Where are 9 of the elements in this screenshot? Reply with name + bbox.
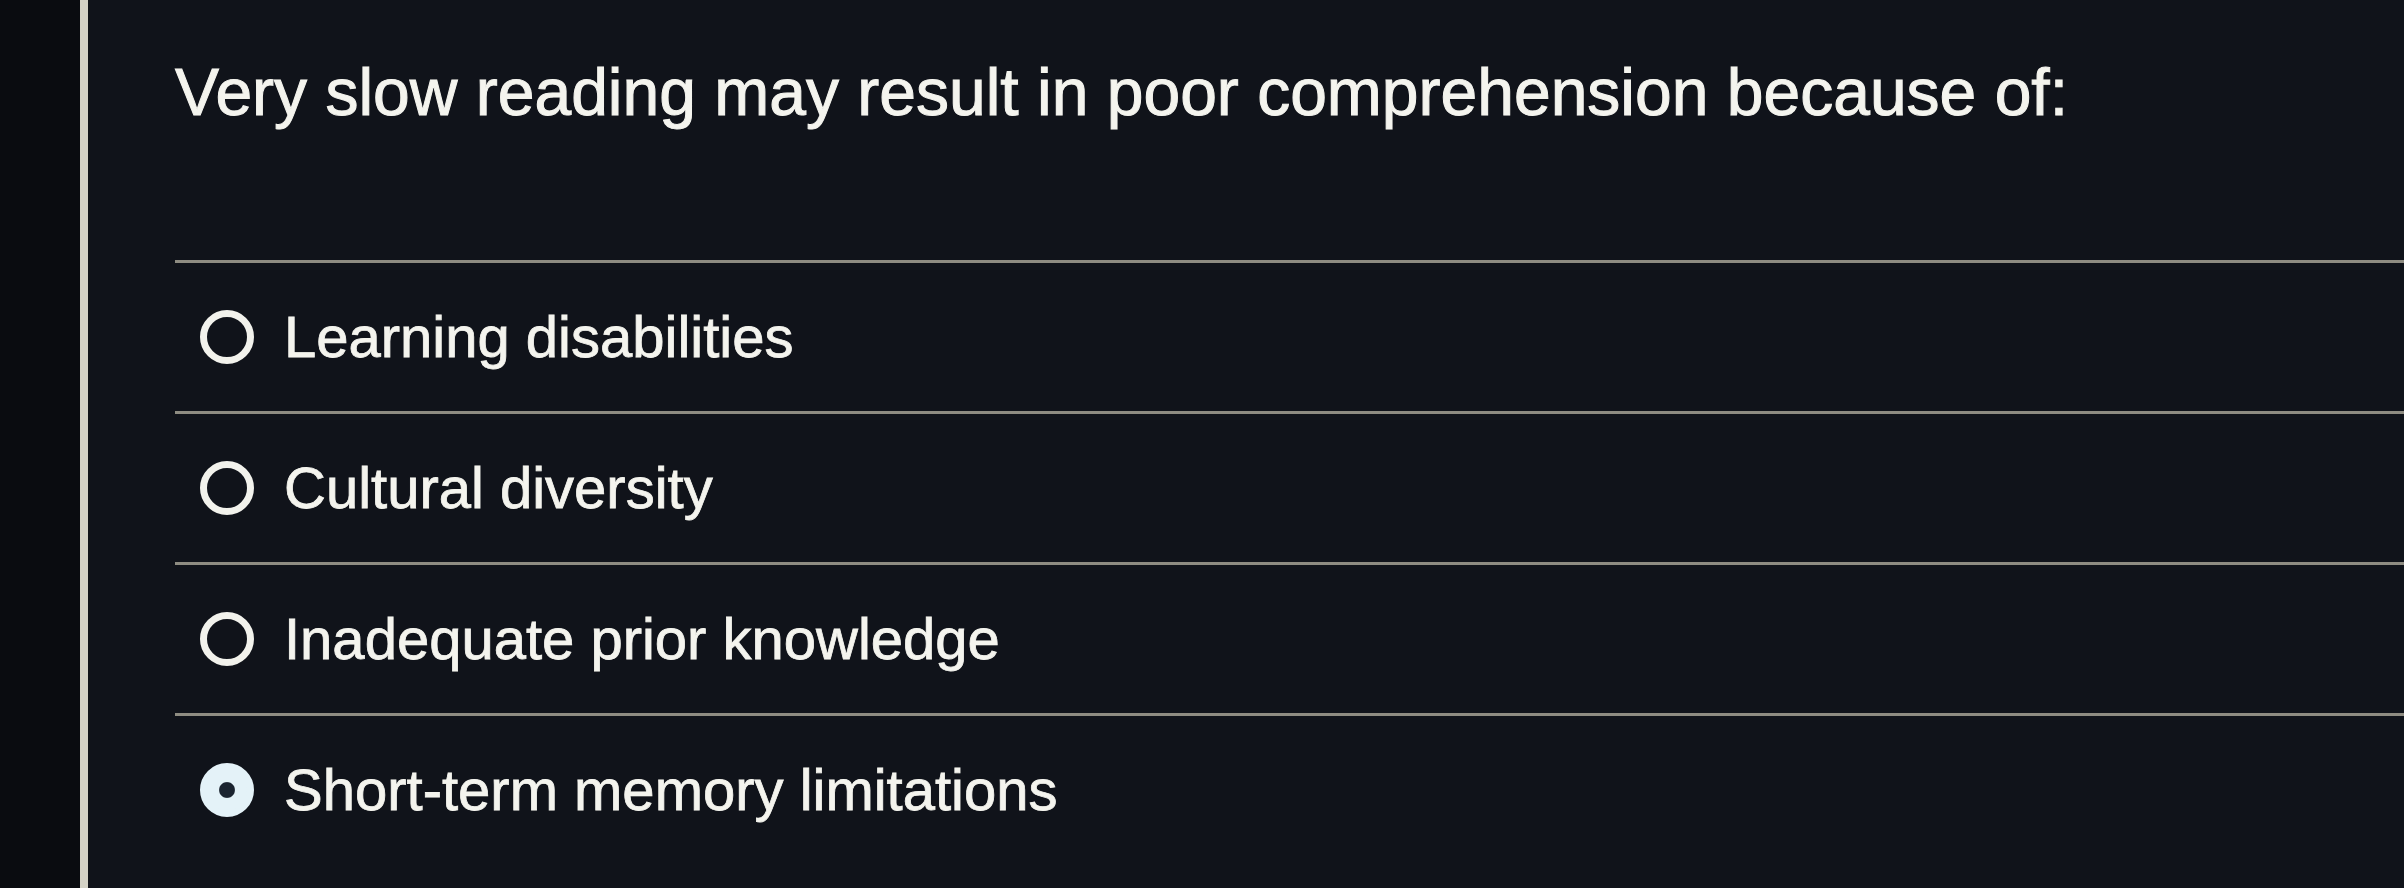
option-label[interactable]: Cultural diversity xyxy=(284,453,713,523)
radio-button[interactable] xyxy=(200,612,254,666)
option-label[interactable]: Inadequate prior knowledge xyxy=(284,604,1000,674)
question-text: Very slow reading may result in poor comprehension because of: xyxy=(175,54,2070,131)
option-label[interactable]: Learning disabilities xyxy=(284,302,794,372)
radio-button[interactable] xyxy=(200,310,254,364)
radio-button[interactable] xyxy=(200,461,254,515)
radio-button[interactable] xyxy=(200,763,254,817)
option-label[interactable]: Short-term memory limitations xyxy=(284,755,1058,825)
